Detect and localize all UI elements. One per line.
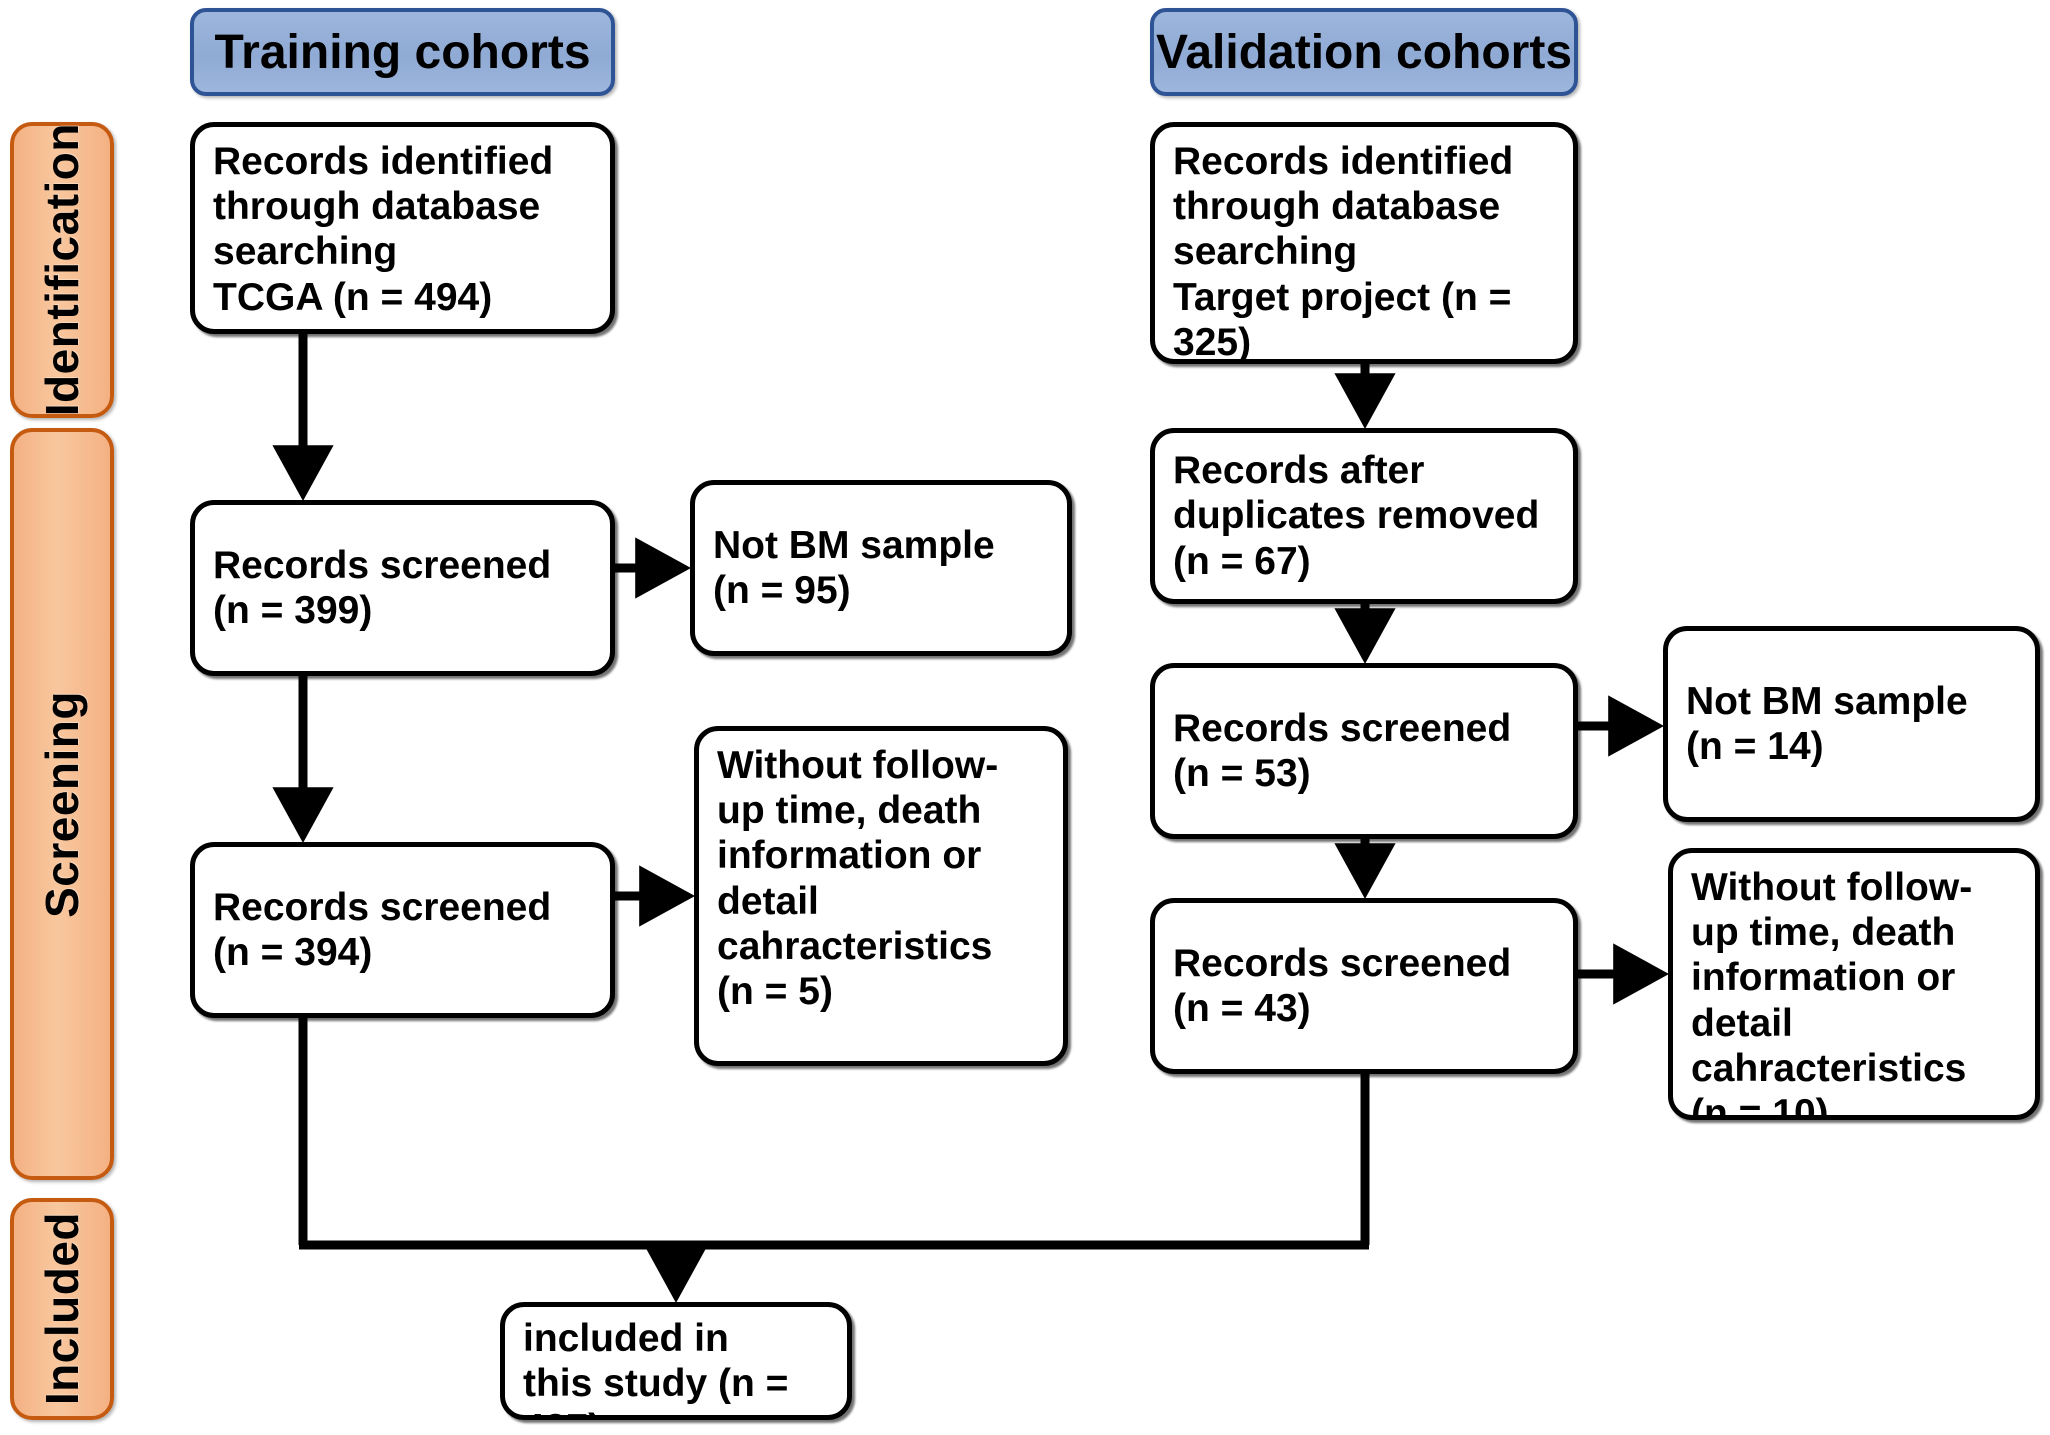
flow-box-valid-not-bm-sample: Not BM sample (n = 14) (1663, 626, 2040, 822)
flow-box-train-without-followup: Without follow- up time, death informati… (694, 726, 1068, 1066)
stage-chip-identification: Identification (10, 122, 114, 418)
flow-box-train-without-followup-text: Without follow- up time, death informati… (717, 744, 999, 1014)
cohort-header-validation-label: Validation cohorts (1155, 25, 1573, 79)
cohort-header-training-label: Training cohorts (214, 25, 591, 79)
flow-box-final-included: Data sets included in this study (n = 43… (500, 1302, 852, 1420)
flow-box-train-screened-394: Records screened (n = 394) (190, 842, 615, 1018)
flow-box-valid-without-followup: Without follow- up time, death informati… (1668, 848, 2040, 1120)
flow-box-valid-identified-text: Records identified through database sear… (1173, 140, 1514, 364)
stage-label-screening: Screening (36, 690, 88, 918)
flow-box-train-not-bm-sample-text: Not BM sample (n = 95) (713, 523, 995, 612)
flow-box-valid-screened-53: Records screened (n = 53) (1150, 663, 1578, 839)
flow-box-valid-without-followup-text: Without follow- up time, death informati… (1691, 866, 1973, 1120)
stage-chip-screening: Screening (10, 428, 114, 1180)
flow-box-train-identified: Records identified through database sear… (190, 122, 615, 334)
stage-label-included: Included (36, 1212, 88, 1406)
stage-chip-included: Included (10, 1198, 114, 1420)
flow-box-valid-screened-43-text: Records screened (n = 43) (1173, 941, 1512, 1030)
cohort-header-validation: Validation cohorts (1150, 8, 1578, 96)
flow-box-train-screened-394-text: Records screened (n = 394) (213, 885, 552, 974)
prisma-flow-diagram: Identification Screening Included Traini… (0, 0, 2050, 1435)
flow-box-valid-after-duplicates-text: Records after duplicates removed (n = 67… (1173, 449, 1540, 583)
cohort-header-training: Training cohorts (190, 8, 615, 96)
flow-box-valid-screened-53-text: Records screened (n = 53) (1173, 706, 1512, 795)
flow-box-valid-identified: Records identified through database sear… (1150, 122, 1578, 364)
flow-box-train-screened-399: Records screened (n = 399) (190, 500, 615, 676)
flow-box-valid-screened-43: Records screened (n = 43) (1150, 898, 1578, 1074)
flow-box-final-included-text: Data sets included in this study (n = 43… (523, 1307, 789, 1415)
stage-label-identification: Identification (36, 123, 88, 417)
flow-box-train-screened-399-text: Records screened (n = 399) (213, 543, 552, 632)
flow-box-valid-not-bm-sample-text: Not BM sample (n = 14) (1686, 679, 1968, 768)
flow-box-train-identified-text: Records identified through database sear… (213, 140, 554, 319)
flow-box-valid-after-duplicates: Records after duplicates removed (n = 67… (1150, 428, 1578, 604)
flow-box-train-not-bm-sample: Not BM sample (n = 95) (690, 480, 1072, 656)
